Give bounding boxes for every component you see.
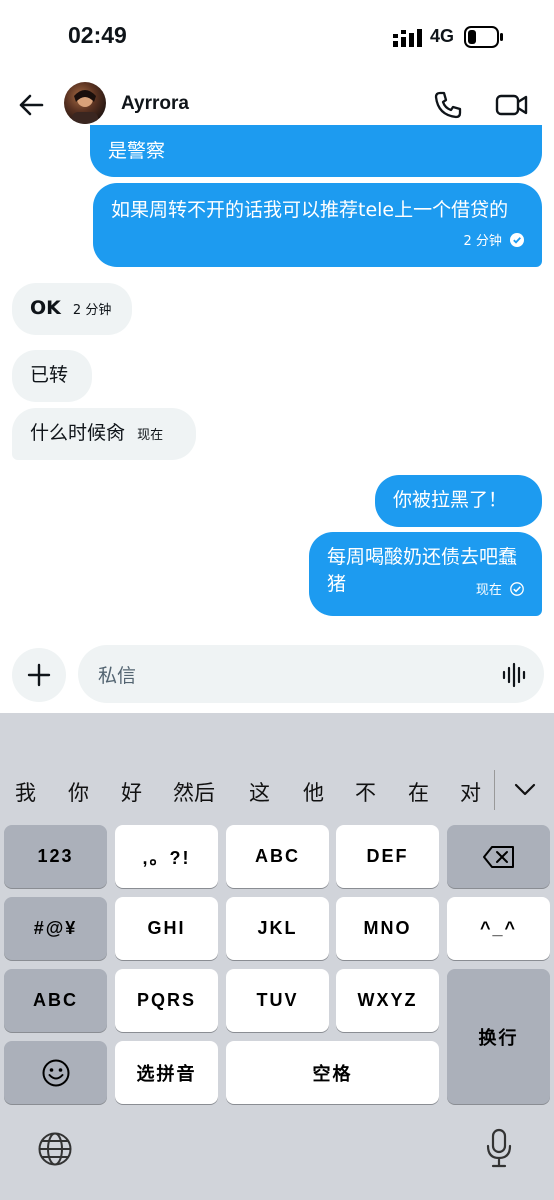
message-bubble-outgoing[interactable]: 每周喝酸奶还债去吧蠢猪 现在 <box>309 532 542 616</box>
message-bubble-incoming[interactable]: 什么时候肏 现在 <box>12 408 196 460</box>
key-abc[interactable]: ABC <box>226 825 329 888</box>
emoji-icon <box>42 1059 69 1086</box>
sent-check-icon <box>510 233 524 247</box>
key-mno[interactable]: MNO <box>336 897 439 960</box>
key-jkl[interactable]: JKL <box>226 897 329 960</box>
message-text: 什么时候肏 <box>30 422 126 444</box>
battery-icon <box>464 26 503 48</box>
key-pinyin[interactable]: 选拼音 <box>115 1041 218 1104</box>
candidate-word[interactable]: 对 <box>460 777 481 807</box>
message-time: 现在 <box>137 428 164 443</box>
phone-call-icon[interactable] <box>432 89 464 121</box>
voice-message-icon[interactable] <box>502 662 528 688</box>
message-text: OK <box>30 297 61 319</box>
message-time: 2 分钟 <box>72 303 112 318</box>
key-emoticon[interactable]: ^_^ <box>447 897 550 960</box>
message-text: 你被拉黑了！ <box>393 489 508 511</box>
candidate-word[interactable]: 我 <box>15 777 36 807</box>
key-symbols[interactable]: #@¥ <box>4 897 107 960</box>
space-key[interactable]: 空格 <box>226 1041 439 1104</box>
video-call-icon[interactable] <box>495 90 529 120</box>
candidate-word[interactable]: 好 <box>121 777 142 807</box>
microphone-icon[interactable] <box>484 1128 514 1168</box>
candidate-word[interactable]: 然后 <box>173 777 215 807</box>
message-bubble-outgoing[interactable]: 是警察 <box>90 125 542 177</box>
candidate-word[interactable]: 这 <box>249 777 270 807</box>
avatar[interactable] <box>64 82 106 124</box>
back-arrow-icon[interactable] <box>16 90 46 120</box>
message-meta: 2 分钟 <box>463 228 524 255</box>
candidate-divider <box>494 770 495 810</box>
key-punctuation[interactable]: ,。?! <box>115 825 218 888</box>
key-def[interactable]: DEF <box>336 825 439 888</box>
chevron-down-icon[interactable] <box>512 780 538 800</box>
signal-icon <box>393 29 422 47</box>
message-text: 已转 <box>30 364 69 386</box>
message-bubble-outgoing[interactable]: 你被拉黑了！ <box>375 475 542 527</box>
candidate-word[interactable]: 在 <box>408 777 429 807</box>
enter-key[interactable]: 换行 <box>447 969 550 1104</box>
candidate-word[interactable]: 你 <box>68 777 89 807</box>
candidate-word[interactable]: 不 <box>355 777 376 807</box>
key-pqrs[interactable]: PQRS <box>115 969 218 1032</box>
message-time: 2 分钟 <box>463 234 502 249</box>
message-text: 如果周转不开的话我可以推荐tele上一个借贷的 <box>111 199 509 221</box>
key-wxyz[interactable]: WXYZ <box>336 969 439 1032</box>
sent-check-icon <box>510 582 524 596</box>
key-ghi[interactable]: GHI <box>115 897 218 960</box>
message-bubble-outgoing[interactable]: 如果周转不开的话我可以推荐tele上一个借贷的 2 分钟 <box>93 183 542 267</box>
message-bubble-incoming[interactable]: 已转 <box>12 350 92 402</box>
candidate-word[interactable]: 他 <box>303 777 324 807</box>
backspace-icon <box>482 845 514 868</box>
message-time: 现在 <box>475 583 502 598</box>
key-tuv[interactable]: TUV <box>226 969 329 1032</box>
plus-icon <box>27 663 51 687</box>
key-abc-mode[interactable]: ABC <box>4 969 107 1032</box>
message-input[interactable] <box>78 645 544 703</box>
key-123[interactable]: 123 <box>4 825 107 888</box>
emoji-key[interactable] <box>4 1041 107 1104</box>
globe-icon[interactable] <box>37 1131 73 1167</box>
message-bubble-incoming[interactable]: OK 2 分钟 <box>12 283 132 335</box>
message-text: 是警察 <box>108 140 166 162</box>
network-type: 4G <box>430 26 455 46</box>
message-input-placeholder: 私信 <box>98 665 137 687</box>
add-attachment-button[interactable] <box>12 648 66 702</box>
status-time: 02:49 <box>68 22 127 48</box>
message-meta: 现在 <box>476 577 524 604</box>
delete-key[interactable] <box>447 825 550 888</box>
contact-name[interactable]: Ayrrora <box>121 93 189 115</box>
